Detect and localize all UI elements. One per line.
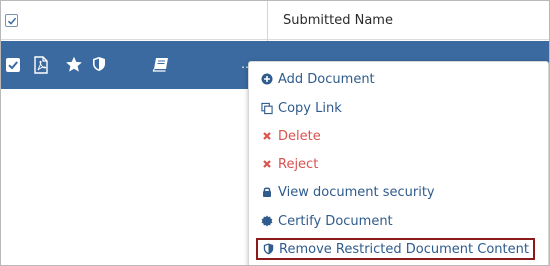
x-icon xyxy=(261,158,273,170)
document-table: Submitted Name Add Document Copy Link De… xyxy=(0,0,550,266)
plus-circle-icon xyxy=(261,73,273,85)
book-icon[interactable] xyxy=(152,57,170,72)
select-all-checkbox[interactable] xyxy=(5,14,18,27)
checkmark-icon xyxy=(8,61,18,70)
menu-item-delete[interactable]: Delete xyxy=(261,125,321,147)
lock-icon xyxy=(261,186,273,198)
menu-item-remove-restricted-content[interactable]: Remove Restricted Document Content xyxy=(256,238,535,260)
menu-item-label: View document security xyxy=(278,184,435,200)
menu-item-reject[interactable]: Reject xyxy=(261,153,318,175)
star-icon[interactable] xyxy=(65,56,83,73)
menu-item-label: Reject xyxy=(278,156,319,172)
menu-item-label: Add Document xyxy=(278,71,375,87)
pdf-icon[interactable] xyxy=(33,56,49,74)
menu-item-label: Remove Restricted Document Content xyxy=(279,241,529,257)
menu-item-view-document-security[interactable]: View document security xyxy=(261,181,435,203)
submitted-name-column-header[interactable]: Submitted Name xyxy=(283,13,393,28)
menu-item-add-document[interactable]: Add Document xyxy=(261,68,375,90)
table-header: Submitted Name xyxy=(1,1,549,40)
checkmark-icon xyxy=(7,17,17,25)
menu-item-label: Certify Document xyxy=(278,213,393,229)
menu-item-label: Copy Link xyxy=(278,100,342,116)
x-icon xyxy=(261,130,273,142)
menu-item-certify-document[interactable]: Certify Document xyxy=(261,210,393,232)
menu-item-copy-link[interactable]: Copy Link xyxy=(261,97,342,119)
row-checkbox[interactable] xyxy=(6,58,20,72)
context-menu: Add Document Copy Link Delete Reject Vie… xyxy=(248,61,549,265)
certificate-icon xyxy=(261,215,273,227)
shield-icon[interactable] xyxy=(92,56,106,72)
shield-icon xyxy=(262,243,274,255)
menu-item-label: Delete xyxy=(278,128,321,144)
copy-icon xyxy=(261,102,273,114)
